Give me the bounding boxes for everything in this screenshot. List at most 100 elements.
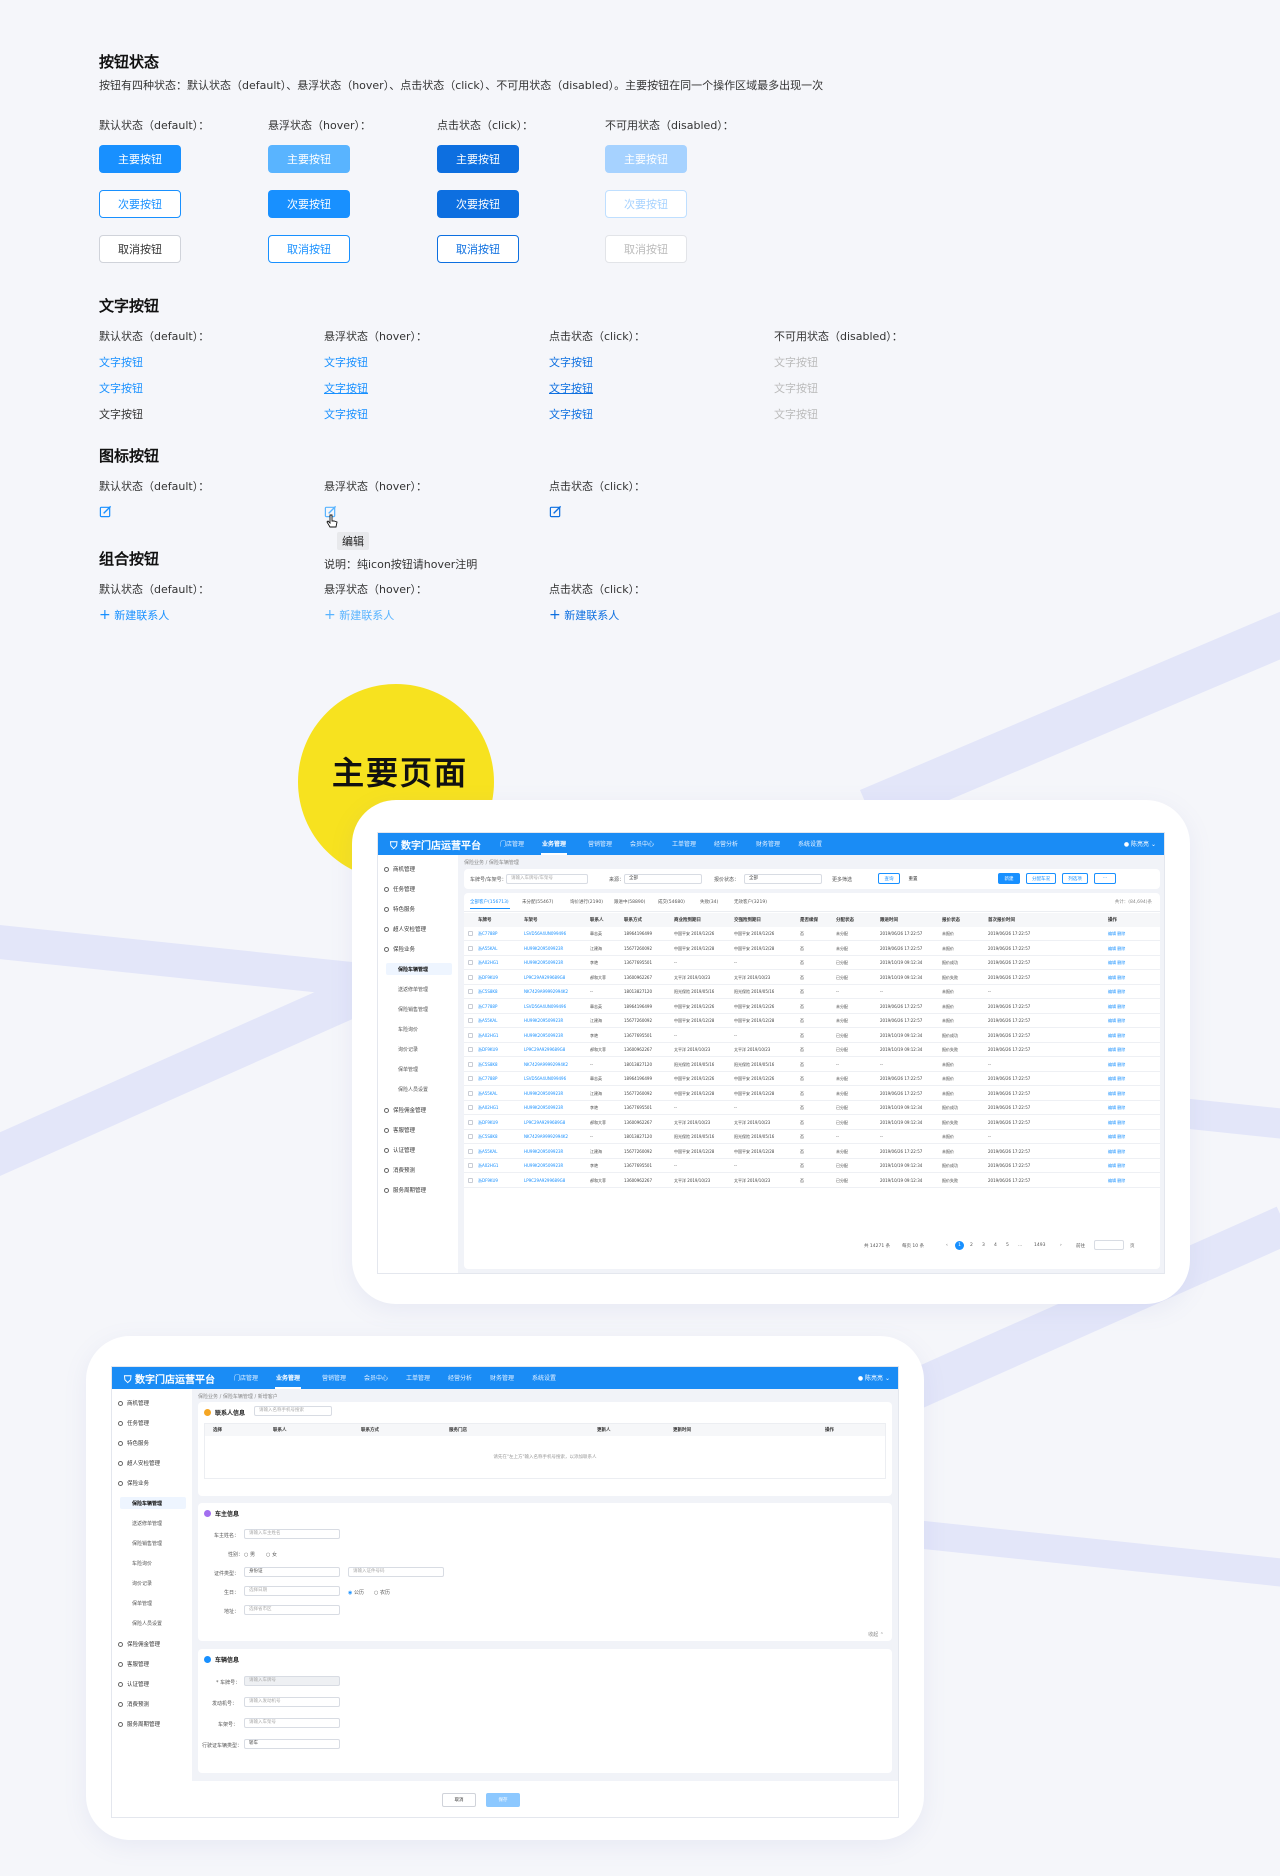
add-contact-button-hover[interactable]: + 新建联系人 [324,607,394,623]
row-checkbox[interactable] [468,1076,473,1081]
row-actions[interactable]: 编辑 删除 [1108,1004,1125,1010]
table-cell[interactable]: 浙A55KAL [478,1018,497,1024]
nav-item[interactable]: 工单管理 [406,1373,430,1382]
table-cell[interactable]: 浙DF9KU9 [478,1120,498,1126]
row-actions[interactable]: 编辑 删除 [1108,1149,1125,1155]
table-cell[interactable]: 浙DF9KU9 [478,975,498,981]
query-button[interactable]: 查询 [878,873,900,884]
text-button-hover[interactable]: 文字按钮 [324,354,368,370]
sidebar-item[interactable]: 超人安检管理 [118,1459,160,1467]
row-checkbox[interactable] [468,1148,473,1154]
row-checkbox[interactable] [468,1047,473,1052]
row-actions[interactable]: 编辑 删除 [1108,975,1125,981]
birthday-picker[interactable]: 选择日期 [244,1586,340,1596]
sidebar-subitem[interactable]: 保险人员设置 [398,1086,428,1093]
sidebar-item[interactable]: 商机管理 [384,865,415,873]
row-checkbox[interactable] [468,1163,473,1168]
id-number-input[interactable]: 请输入证件号码 [348,1567,444,1577]
engine-number-input[interactable]: 请输入发动机号 [244,1697,340,1707]
text-button-underline-default[interactable]: 文字按钮 [99,380,143,396]
next-page[interactable]: › [1060,1243,1062,1248]
cancel-button-click[interactable]: 取消按钮 [437,235,519,263]
table-cell[interactable]: 浙C5S8K8 [478,1134,498,1140]
sidebar-item[interactable]: 客服管理 [384,1126,415,1134]
table-cell[interactable]: 浙DF9KU9 [478,1047,498,1053]
tab[interactable]: 跟进中(58890) [614,899,645,905]
nav-item[interactable]: 门店管理 [234,1373,258,1382]
row-actions[interactable]: 编辑 删除 [1108,1163,1125,1169]
sidebar-item[interactable]: 任务管理 [384,885,415,893]
cancel-button[interactable]: 取消 [442,1793,476,1807]
row-actions[interactable]: 编辑 删除 [1108,1091,1125,1097]
page-number[interactable]: 4 [994,1243,997,1248]
table-cell[interactable]: 浙A55KAL [478,946,497,952]
nav-item[interactable]: 经营分析 [714,839,738,848]
text-button-dark-hover[interactable]: 文字按钮 [324,406,368,422]
row-actions[interactable]: 编辑 删除 [1108,1120,1125,1126]
sidebar-subitem[interactable]: 送返修单管理 [132,1520,162,1527]
secondary-button-click[interactable]: 次要按钮 [437,190,519,218]
row-actions[interactable]: 编辑 删除 [1108,1134,1125,1140]
edit-icon[interactable] [549,505,562,518]
table-cell[interactable]: 浙A02HG1 [478,960,498,966]
id-type-select[interactable]: 身份证 [244,1567,340,1577]
row-actions[interactable]: 编辑 删除 [1108,1047,1125,1053]
collapse-link[interactable]: 收起 ⌃ [868,1631,884,1638]
row-checkbox[interactable] [468,1090,473,1096]
sidebar-item[interactable]: 保险佣金管理 [118,1640,160,1648]
plate-input[interactable]: 请输入车牌号 [244,1676,340,1686]
sidebar-subitem[interactable]: 保险销售管理 [398,1006,428,1013]
sidebar-item[interactable]: 保险业务 [384,945,415,953]
row-checkbox[interactable] [468,989,473,994]
sidebar-item[interactable]: 认证管理 [384,1146,415,1154]
table-cell[interactable]: 浙C7788P [478,1004,497,1010]
add-contact-button-click[interactable]: + 新建联系人 [549,607,619,623]
primary-button-hover[interactable]: 主要按钮 [268,145,350,173]
tab[interactable]: 未分配(55467) [522,899,553,905]
user-menu[interactable]: ● 陈亮亮 ⌄ [858,1373,890,1382]
tab[interactable]: 无效客户(3219) [734,899,767,905]
row-actions[interactable]: 编辑 删除 [1108,946,1125,952]
edit-icon[interactable] [99,505,112,518]
nav-item-active[interactable]: 业务管理 [276,1373,300,1382]
sidebar-item[interactable]: 客服管理 [118,1660,149,1668]
radio-solar[interactable]: ◉ 公历 [348,1589,364,1596]
row-checkbox[interactable] [468,1018,473,1023]
primary-button-click[interactable]: 主要按钮 [437,145,519,173]
vehicle-type-select[interactable]: 轿车 [244,1739,340,1749]
table-cell[interactable]: 浙DF9KU9 [478,1178,498,1184]
sidebar-item[interactable]: 认证管理 [118,1680,149,1688]
jump-input[interactable] [1094,1240,1124,1250]
more-filter-link[interactable]: 更多筛选 [832,876,852,883]
row-actions[interactable]: 编辑 删除 [1108,931,1125,937]
sidebar-item[interactable]: 特色服务 [118,1439,149,1447]
sidebar-item[interactable]: 服务周期管理 [384,1186,426,1194]
nav-item[interactable]: 系统设置 [798,839,822,848]
radio-male[interactable]: ○ 男 [244,1551,255,1558]
nav-item[interactable]: 工单管理 [672,839,696,848]
sidebar-subitem-active[interactable]: 保险车辆管理 [132,1500,162,1507]
nav-item[interactable]: 门店管理 [500,839,524,848]
row-actions[interactable]: 编辑 删除 [1108,1033,1125,1039]
cancel-button-default[interactable]: 取消按钮 [99,235,181,263]
row-actions[interactable]: 编辑 删除 [1108,960,1125,966]
radio-lunar[interactable]: ○ 农历 [374,1589,390,1596]
page-number-active[interactable]: 1 [955,1241,964,1250]
nav-item[interactable]: 财务管理 [490,1373,514,1382]
page-number[interactable]: 1493 [1034,1243,1045,1248]
row-checkbox[interactable] [468,960,473,965]
table-cell[interactable]: 浙A55KAL [478,1149,497,1155]
table-cell[interactable]: 浙A02HG1 [478,1105,498,1111]
row-checkbox[interactable] [468,1119,473,1125]
nav-item[interactable]: 系统设置 [532,1373,556,1382]
prev-page[interactable]: ‹ [946,1243,948,1248]
address-select[interactable]: 选择省市区 [244,1605,340,1615]
sidebar-subitem[interactable]: 保单管理 [398,1066,418,1073]
row-actions[interactable]: 编辑 删除 [1108,1062,1125,1068]
sidebar-item[interactable]: 保险业务 [118,1479,149,1487]
row-checkbox[interactable] [468,1134,473,1139]
row-checkbox[interactable] [468,945,473,951]
row-checkbox[interactable] [468,1032,473,1038]
table-cell[interactable]: 浙A55KAL [478,1091,497,1097]
cancel-button-hover[interactable]: 取消按钮 [268,235,350,263]
